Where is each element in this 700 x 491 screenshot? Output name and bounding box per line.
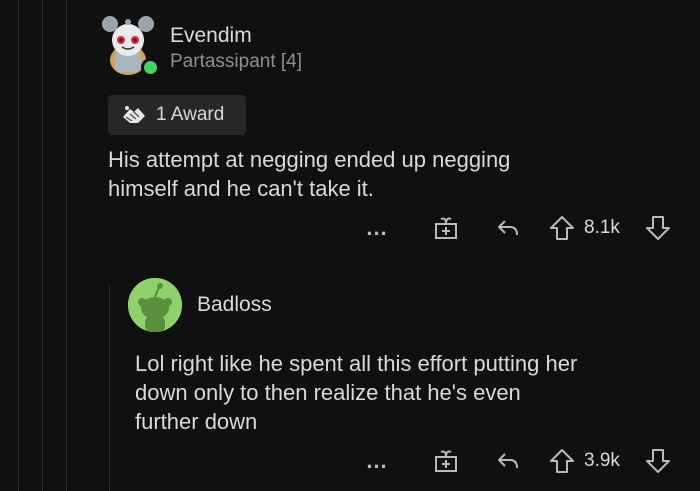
thread-line-parent [109,285,110,491]
downvote-icon [646,449,670,473]
thread-line-outer-2 [42,0,43,491]
online-status-icon [141,58,160,77]
comment-body-line: down only to then realize that he's even [135,380,521,405]
award-hands-icon [123,106,145,123]
upvote-button[interactable] [548,213,576,243]
comment-body-line: further down [135,409,258,434]
reply-icon [498,220,518,236]
comment-body: Lol right like he spent all this effort … [135,349,577,436]
award-badge[interactable]: 1 Award [108,95,246,135]
reply-button[interactable] [494,214,522,242]
comment-body-line: himself and he can't take it. [108,176,374,201]
comment-body-line: His attempt at negging ended up negging [108,147,511,172]
user-flair: Partassipant [4] [170,51,303,72]
reply-icon [498,453,518,469]
vote-count: 3.9k [584,450,620,471]
more-dots-icon: ... [366,215,388,240]
downvote-button[interactable] [644,446,672,476]
give-award-button[interactable] [432,214,460,242]
upvote-icon [550,216,574,240]
username[interactable]: Evendim [170,24,252,48]
thread-line-outer-3 [66,0,67,491]
upvote-button[interactable] [548,446,576,476]
gift-award-icon [435,217,457,239]
more-dots-icon: ... [366,448,388,473]
comment-body-line: Lol right like he spent all this effort … [135,351,578,376]
upvote-icon [550,449,574,473]
award-count-label: 1 Award [156,104,225,125]
downvote-button[interactable] [644,213,672,243]
more-options-button[interactable]: ... [364,446,390,476]
give-award-button[interactable] [432,447,460,475]
username[interactable]: Badloss [197,293,272,317]
more-options-button[interactable]: ... [364,213,390,243]
reply-button[interactable] [494,447,522,475]
vote-count: 8.1k [584,217,620,238]
comment-body: His attempt at negging ended up negging … [108,145,510,203]
gift-award-icon [435,450,457,472]
downvote-icon [646,216,670,240]
thread-line-outer-1 [18,0,19,491]
avatar[interactable] [128,278,182,332]
snoo-avatar-icon [128,278,182,332]
